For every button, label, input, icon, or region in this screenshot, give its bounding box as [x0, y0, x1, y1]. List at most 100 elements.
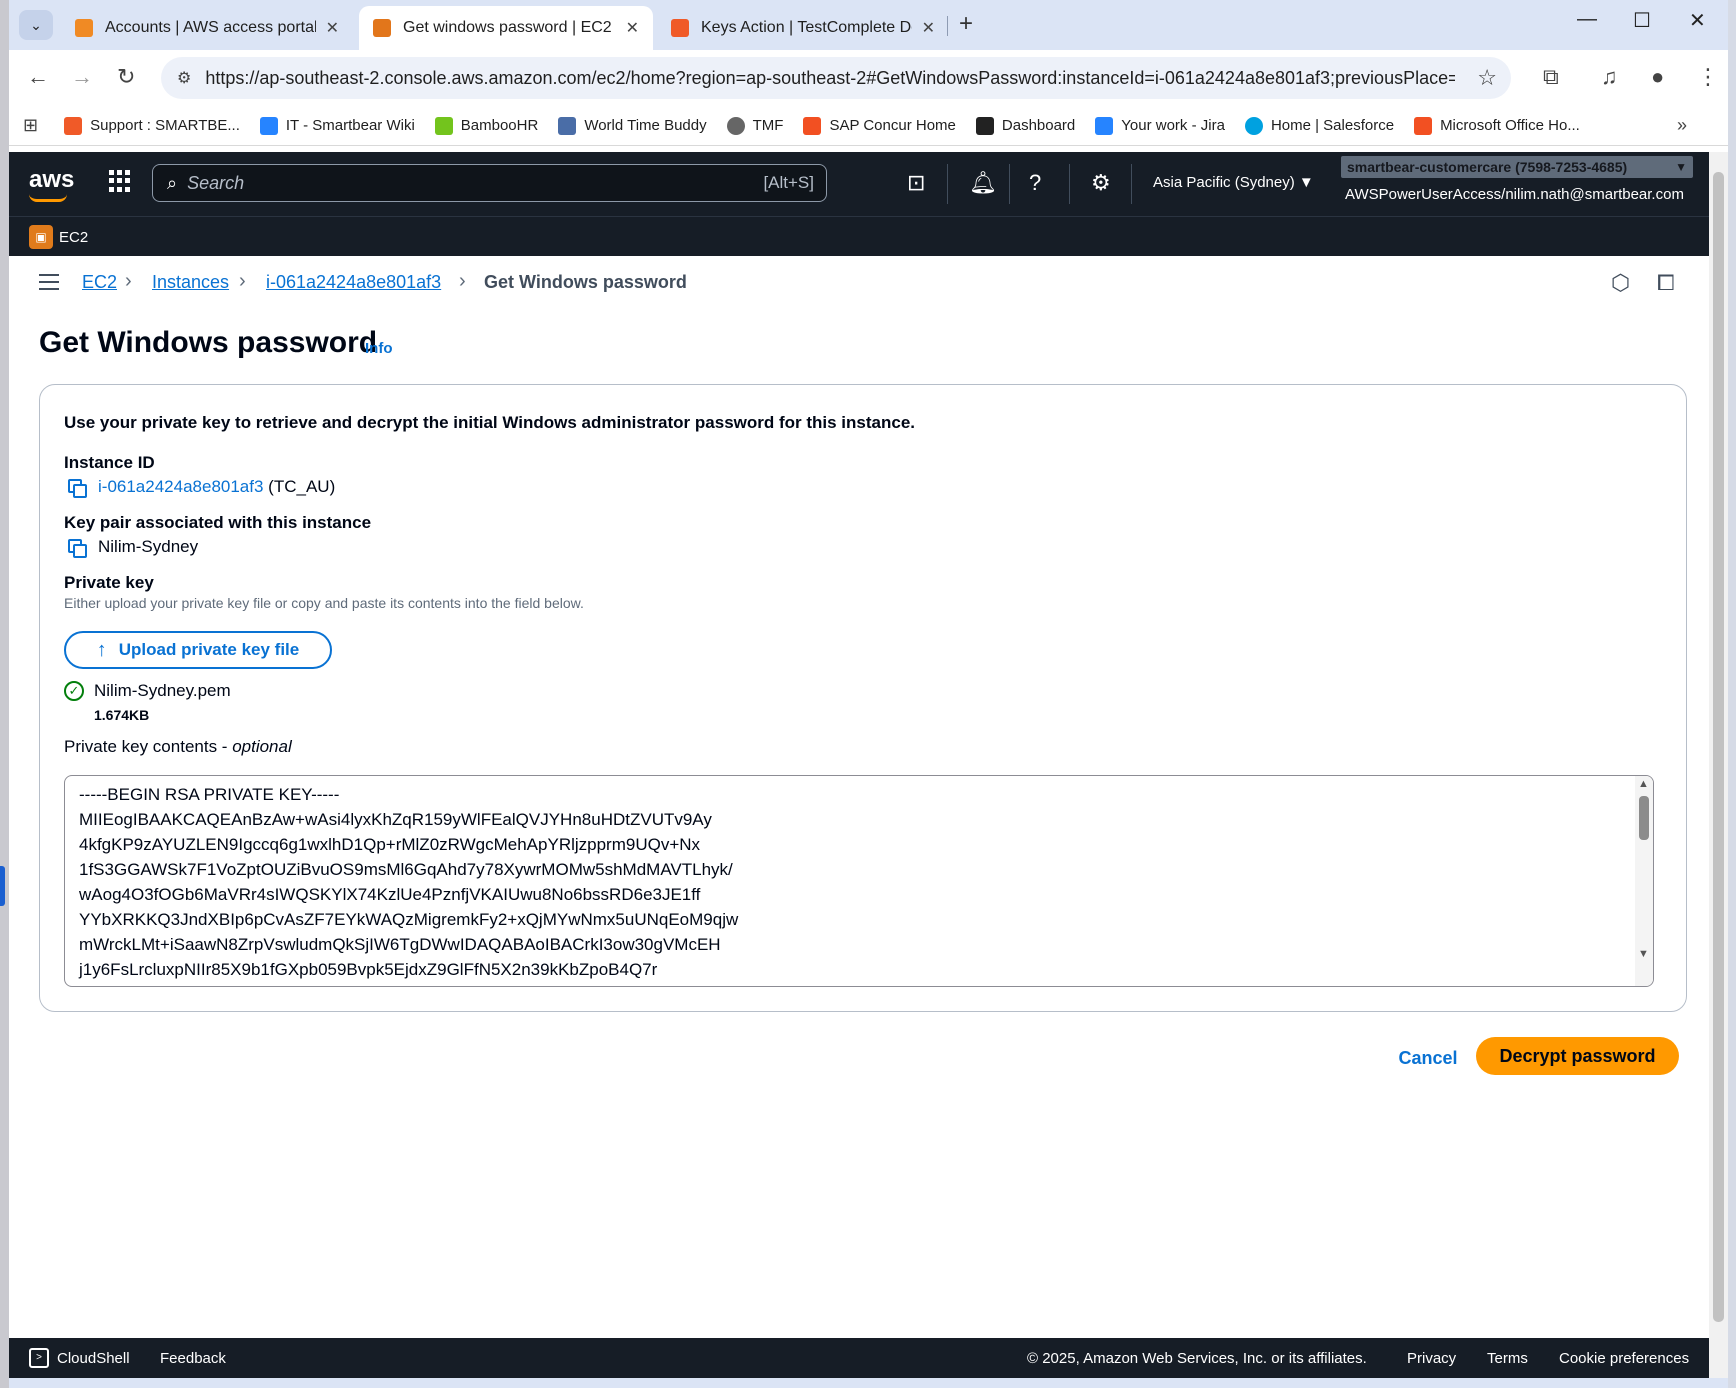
bookmarks-bar: ⊞ Support : SMARTBE... IT - Smartbear Wi…	[9, 106, 1728, 146]
bookmark-bamboohr[interactable]: BambooHR	[434, 116, 538, 135]
bookmark-dashboard[interactable]: Dashboard	[975, 116, 1075, 135]
page-scrollbar[interactable]	[1709, 152, 1728, 1388]
bookmark-jira[interactable]: Your work - Jira	[1095, 116, 1225, 135]
bookmark-it-wiki[interactable]: IT - Smartbear Wiki	[259, 116, 415, 135]
minimize-icon[interactable]: —	[1577, 8, 1597, 31]
private-key-description: Either upload your private key file or c…	[64, 595, 584, 611]
feedback-link[interactable]: Feedback	[160, 1350, 226, 1367]
forward-arrow-icon[interactable]: →	[71, 64, 93, 90]
privacy-link[interactable]: Privacy	[1407, 1350, 1456, 1367]
bookmark-salesforce[interactable]: Home | Salesforce	[1244, 116, 1394, 135]
window-close-icon[interactable]: ✕	[1689, 8, 1706, 33]
search-icon: ⌕	[167, 172, 178, 193]
intro-text: Use your private key to retrieve and dec…	[64, 413, 916, 432]
tab-search-button[interactable]: ⌄	[19, 10, 53, 40]
bamboohr-icon	[434, 116, 453, 135]
upload-private-key-button[interactable]: ↑ Upload private key file	[64, 631, 332, 669]
instance-id-link[interactable]: i-061a2424a8e801af3	[98, 477, 263, 496]
cloudshell-icon[interactable]: >	[29, 1348, 49, 1368]
textarea-scrollbar[interactable]: ▲ ▼	[1635, 776, 1653, 986]
instance-id-label: Instance ID	[64, 453, 155, 472]
microsoft-icon	[803, 116, 822, 135]
aws-search-input[interactable]: ⌕ Search [Alt+S]	[152, 164, 827, 202]
tab-separator	[947, 16, 948, 36]
bookmark-support-smartbear[interactable]: Support : SMARTBE...	[64, 116, 240, 135]
display-settings-icon[interactable]: ⧠	[1657, 270, 1675, 296]
chevron-right-icon: ›	[239, 270, 246, 292]
service-name[interactable]: EC2	[59, 229, 88, 246]
url-text[interactable]: https://ap-southeast-2.console.aws.amazo…	[205, 68, 1455, 89]
chevron-down-icon: ▼	[1675, 160, 1687, 174]
side-nav-toggle-icon[interactable]	[39, 274, 59, 290]
back-arrow-icon[interactable]: ←	[27, 64, 49, 90]
cloudshell-icon[interactable]: ⊡	[907, 170, 925, 196]
desktop-left-strip	[0, 0, 9, 1388]
decrypt-password-button[interactable]: Decrypt password	[1476, 1037, 1679, 1075]
key-pair-label: Key pair associated with this instance	[64, 513, 372, 532]
account-menu[interactable]: smartbear-customercare (7598-7253-4685) ▼	[1341, 156, 1693, 178]
notifications-bell-icon[interactable]: 🔔︎	[969, 170, 997, 196]
close-icon[interactable]: ✕	[626, 18, 639, 38]
terms-link[interactable]: Terms	[1487, 1350, 1528, 1367]
confluence-icon	[259, 116, 278, 135]
page-title: Get Windows password	[39, 326, 378, 359]
reload-icon[interactable]: ↻	[117, 64, 135, 90]
close-icon[interactable]: ✕	[922, 18, 935, 38]
upload-arrow-icon: ↑	[96, 638, 107, 661]
site-info-icon[interactable]: ⚙	[177, 68, 191, 88]
tab-get-windows-password[interactable]: Get windows password | EC2 | a ✕	[359, 6, 653, 50]
copy-icon[interactable]	[68, 479, 88, 499]
aws-logo[interactable]: aws	[29, 166, 74, 202]
breadcrumb-current: Get Windows password	[484, 272, 687, 292]
breadcrumb-instances[interactable]: Instances	[152, 272, 229, 293]
private-key-textarea[interactable]: -----BEGIN RSA PRIVATE KEY----- MIIEogIB…	[64, 775, 1654, 987]
help-icon[interactable]: ?	[1029, 170, 1041, 196]
more-bookmarks-chevron-icon[interactable]: »	[1677, 115, 1687, 136]
scroll-up-icon[interactable]: ▲	[1638, 778, 1649, 790]
settings-gear-icon[interactable]: ⚙	[1091, 170, 1111, 196]
bookmark-star-icon[interactable]: ☆	[1477, 65, 1497, 91]
private-key-text[interactable]: -----BEGIN RSA PRIVATE KEY----- MIIEogIB…	[79, 782, 738, 982]
browser-menu-icon[interactable]: ⋮	[1697, 64, 1719, 90]
page-scroll-thumb[interactable]	[1713, 172, 1724, 1322]
new-tab-plus-icon[interactable]: +	[959, 10, 973, 38]
cancel-button[interactable]: Cancel	[1381, 1040, 1475, 1076]
instance-id-value: i-061a2424a8e801af3 (TC_AU)	[98, 477, 336, 496]
desktop-window-marker	[0, 866, 5, 906]
copy-icon[interactable]	[68, 539, 88, 559]
world-time-buddy-icon	[558, 116, 577, 135]
scroll-down-icon[interactable]: ▼	[1638, 948, 1649, 960]
salesforce-cloud-icon	[1244, 116, 1263, 135]
extensions-puzzle-icon[interactable]: ⧉	[1543, 64, 1559, 90]
cookie-preferences-link[interactable]: Cookie preferences	[1559, 1350, 1689, 1367]
close-icon[interactable]: ✕	[326, 18, 339, 38]
bookmark-tmf[interactable]: TMF	[726, 116, 783, 135]
scroll-thumb[interactable]	[1639, 796, 1649, 840]
uploaded-file-size: 1.674KB	[94, 707, 150, 723]
apps-grid-icon[interactable]: ⊞	[23, 115, 38, 136]
maximize-icon[interactable]: ☐	[1633, 8, 1651, 33]
desktop-right-strip	[1728, 0, 1736, 1388]
bookmark-sap-concur[interactable]: SAP Concur Home	[803, 116, 956, 135]
breadcrumb-ec2[interactable]: EC2	[82, 272, 117, 293]
services-menu-icon[interactable]	[109, 170, 131, 192]
console-footer: > CloudShell Feedback © 2025, Amazon Web…	[9, 1338, 1709, 1378]
media-controls-icon[interactable]: ♫	[1601, 64, 1618, 90]
region-selector[interactable]: Asia Pacific (Sydney) ▼	[1153, 174, 1314, 191]
bookmark-microsoft-office[interactable]: Microsoft Office Ho...	[1414, 116, 1580, 135]
private-key-contents-label: Private key contents - optional	[64, 737, 292, 756]
tab-keys-action[interactable]: Keys Action | TestComplete Doc ✕	[657, 6, 949, 50]
address-bar[interactable]: ⚙ https://ap-southeast-2.console.aws.ama…	[161, 57, 1511, 99]
window-bottom-edge	[9, 1378, 1728, 1388]
role-label[interactable]: AWSPowerUserAccess/nilim.nath@smartbear.…	[1345, 186, 1684, 203]
tab-aws-access-portal[interactable]: Accounts | AWS access portal ✕	[61, 6, 353, 50]
profile-avatar-icon[interactable]: ●	[1651, 64, 1664, 90]
service-bar: ▣ EC2	[9, 216, 1728, 256]
tools-panel-icon[interactable]: ⬡	[1611, 270, 1630, 296]
bookmark-world-time-buddy[interactable]: World Time Buddy	[558, 116, 707, 135]
breadcrumb-instance-id[interactable]: i-061a2424a8e801af3	[266, 272, 441, 293]
ec2-service-icon[interactable]: ▣	[29, 225, 53, 249]
cloudshell-link[interactable]: CloudShell	[57, 1350, 130, 1367]
info-link[interactable]: Info	[365, 340, 393, 357]
breadcrumb: EC2 › Instances › i-061a2424a8e801af3 › …	[9, 256, 1709, 314]
